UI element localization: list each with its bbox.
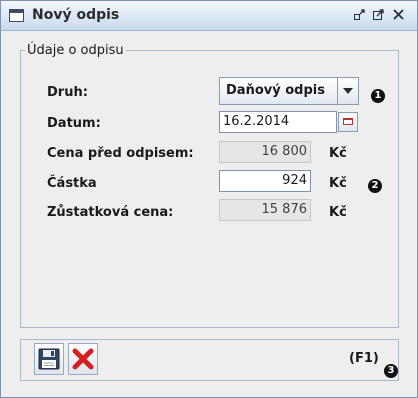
castka-label: Částka (47, 176, 97, 191)
cancel-button[interactable] (68, 343, 98, 375)
datum-label: Datum: (47, 116, 101, 131)
cena-pred-unit: Kč (329, 146, 347, 161)
zustatkova-label: Zůstatková cena: (47, 205, 174, 220)
castka-input[interactable]: 924 (219, 170, 311, 192)
zustatkova-field: 15 876 (219, 199, 311, 221)
castka-unit: Kč (329, 176, 347, 191)
floppy-save-icon (38, 348, 60, 370)
datum-input[interactable]: 16.2.2014 (219, 111, 337, 133)
cena-pred-label: Cena před odpisem: (47, 146, 194, 161)
dialog-window: Nový odpis Údaje o odpisu Druh: Daňový o… (0, 0, 418, 398)
chevron-down-icon[interactable] (337, 78, 358, 104)
druh-selected-value: Daňový odpis (226, 83, 325, 98)
cena-pred-field: 16 800 (219, 141, 311, 163)
red-x-cancel-icon (72, 348, 94, 370)
window-title: Nový odpis (32, 7, 120, 23)
druh-select[interactable]: Daňový odpis (219, 77, 359, 105)
calendar-icon[interactable] (338, 112, 358, 132)
druh-label: Druh: (47, 85, 88, 100)
badge-1: 1 (371, 89, 385, 103)
maximize-icon[interactable] (372, 8, 385, 21)
badge-3: 3 (384, 364, 398, 378)
shortcut-label: (F1) (349, 351, 379, 366)
group-legend: Údaje o odpisu (25, 43, 126, 58)
minimize-icon[interactable] (353, 8, 366, 21)
zustatkova-unit: Kč (329, 205, 347, 220)
title-bar[interactable]: Nový odpis (1, 1, 417, 31)
save-button[interactable] (34, 343, 64, 375)
badge-2: 2 (368, 179, 382, 193)
close-icon[interactable] (392, 8, 405, 21)
window-icon (9, 9, 24, 22)
